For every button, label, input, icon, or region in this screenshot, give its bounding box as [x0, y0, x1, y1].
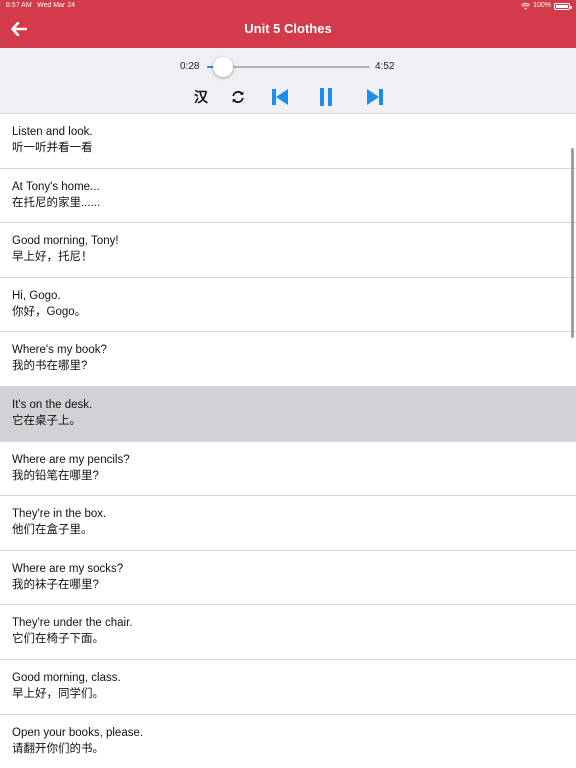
sentence-row[interactable]: They're in the box. 他们在盒子里。	[0, 496, 576, 551]
previous-button[interactable]	[270, 86, 290, 108]
sentence-chinese: 我的袜子在哪里?	[12, 578, 99, 591]
sentence-row[interactable]: At Tony's home... 在托尼的家里......	[0, 168, 576, 224]
skip-previous-icon	[272, 89, 288, 105]
slider-thumb[interactable]	[212, 57, 233, 77]
header-bar: 8:57 AM Wed Mar 24 100% Unit 5 Clothes	[0, 0, 576, 48]
sentence-row[interactable]: They're under the chair. 它们在椅子下面。	[0, 605, 576, 660]
sentence-row[interactable]: It's on the desk. 它在桌子上。	[0, 386, 576, 442]
battery-icon	[554, 2, 572, 10]
current-time: 0:28	[180, 61, 200, 72]
sentence-english: Where are my pencils?	[12, 453, 130, 466]
chinese-toggle-button[interactable]: 汉	[192, 86, 210, 108]
sentence-row[interactable]: Where are my pencils? 我的铅笔在哪里?	[0, 441, 576, 497]
total-time: 4:52	[375, 61, 395, 72]
progress-slider[interactable]	[207, 57, 370, 77]
sentence-english: Open your books, please.	[12, 726, 144, 739]
scrollbar[interactable]	[571, 148, 574, 338]
sentence-chinese: 早上好，同学们。	[12, 687, 104, 700]
pause-icon	[320, 88, 332, 106]
player-controls: 汉	[0, 86, 576, 108]
sentence-chinese: 我的铅笔在哪里?	[12, 469, 99, 482]
next-button[interactable]	[365, 86, 385, 108]
wifi-icon	[521, 2, 531, 10]
sentence-english: It's on the desk.	[12, 398, 93, 411]
skip-next-icon	[367, 89, 383, 105]
repeat-icon	[232, 91, 244, 103]
sentence-english: They're under the chair.	[12, 617, 133, 630]
sentence-row[interactable]: Hi, Gogo. 你好，Gogo。	[0, 277, 576, 333]
sentence-row[interactable]: Where are my socks? 我的袜子在哪里?	[0, 550, 576, 606]
sentence-english: At Tony's home...	[12, 180, 100, 193]
sentence-chinese: 它在桌子上。	[12, 414, 81, 427]
sentence-english: Listen and look.	[12, 126, 93, 138]
sentence-row[interactable]: Listen and look. 听一听并看一看	[0, 114, 576, 169]
sentence-chinese: 听一听并看一看	[12, 142, 93, 154]
sentence-list[interactable]: Listen and look. 听一听并看一看 At Tony's home...…	[0, 114, 576, 768]
status-bar: 8:57 AM Wed Mar 24 100%	[0, 0, 576, 12]
sentence-chinese: 它们在椅子下面。	[12, 633, 104, 646]
status-date: Wed Mar 24	[37, 2, 75, 9]
sentence-chinese: 他们在盒子里。	[12, 524, 93, 537]
status-time: 8:57 AM	[6, 2, 32, 9]
status-right: 100%	[521, 0, 572, 12]
sentence-english: They're in the box.	[12, 508, 107, 521]
sentence-chinese: 请翻开你们的书。	[12, 742, 104, 755]
sentence-chinese: 你好，Gogo。	[12, 305, 87, 318]
battery-percent: 100%	[533, 2, 551, 9]
sentence-english: Where are my socks?	[12, 562, 124, 575]
audio-player: 0:28 4:52 汉	[0, 48, 576, 114]
pause-button[interactable]	[317, 86, 335, 108]
sentence-english: Good morning, class.	[12, 671, 121, 684]
sentence-chinese: 早上好，托尼！	[12, 251, 93, 264]
sentence-row[interactable]: Where's my book? 我的书在哪里?	[0, 332, 576, 387]
repeat-button[interactable]	[230, 86, 246, 108]
sentence-chinese: 我的书在哪里?	[12, 360, 88, 373]
sentence-row[interactable]: Good morning, class. 早上好，同学们。	[0, 659, 576, 715]
sentence-english: Good morning, Tony!	[12, 235, 119, 248]
app-window: 8:57 AM Wed Mar 24 100% Unit 5 Clothes 0…	[0, 0, 576, 768]
sentence-english: Where's my book?	[12, 344, 107, 357]
page-title: Unit 5 Clothes	[244, 21, 332, 36]
sentence-chinese: 在托尼的家里......	[12, 196, 101, 209]
sentence-row[interactable]: Open your books, please. 请翻开你们的书。	[0, 714, 576, 768]
sentence-row[interactable]: Good morning, Tony! 早上好，托尼！	[0, 223, 576, 278]
sentence-english: Hi, Gogo.	[12, 289, 61, 302]
